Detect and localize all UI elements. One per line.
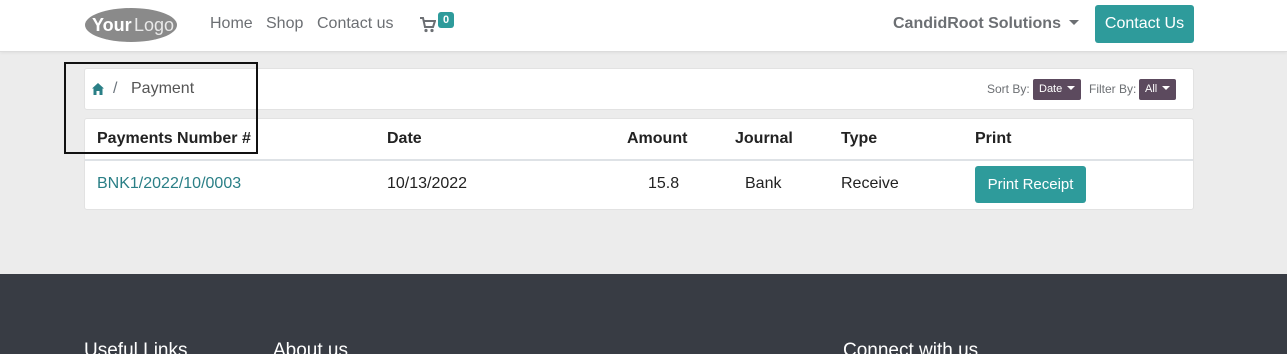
breadcrumb-current: Payment — [131, 80, 195, 97]
svg-text:Your: Your — [92, 15, 132, 35]
nav-shop[interactable]: Shop — [266, 15, 303, 33]
shopping-cart-icon — [420, 17, 436, 33]
payment-amount: 15.8 — [648, 175, 680, 192]
payment-type: Receive — [841, 175, 899, 192]
filter-by-value: All — [1145, 83, 1158, 95]
cart-count-badge: 0 — [438, 12, 454, 28]
payment-number-link[interactable]: BNK1/2022/10/0003 — [97, 175, 241, 193]
cart-button[interactable]: 0 — [420, 10, 460, 36]
print-receipt-button[interactable]: Print Receipt — [975, 166, 1086, 203]
sort-by-value: Date — [1039, 83, 1063, 95]
column-header-journal: Journal — [735, 130, 793, 147]
payment-journal: Bank — [745, 175, 782, 192]
nav-home[interactable]: Home — [210, 15, 253, 33]
column-header-date: Date — [387, 130, 422, 147]
breadcrumb-separator: / — [113, 80, 118, 97]
sort-by-dropdown[interactable]: Date — [1033, 79, 1082, 100]
column-header-type: Type — [841, 130, 878, 147]
top-navbar: Your Logo Home Shop Contact us 0 CandidR… — [0, 0, 1287, 52]
table-header: Payments Number # Date Amount Journal Ty… — [85, 119, 1193, 161]
filter-by-dropdown[interactable]: All — [1139, 79, 1177, 100]
company-dropdown[interactable]: CandidRoot Solutions — [893, 15, 1079, 33]
footer-heading-connect: Connect with us — [843, 340, 979, 354]
sort-by-label: Sort By: — [987, 82, 1030, 96]
chevron-down-icon — [1162, 86, 1171, 90]
column-header-number: Payments Number # — [97, 130, 251, 147]
footer: Useful Links About us Connect with us — [0, 274, 1287, 354]
company-logo[interactable]: Your Logo — [84, 5, 179, 45]
payment-date: 10/13/2022 — [387, 175, 468, 192]
svg-text:Logo: Logo — [134, 15, 174, 35]
chevron-down-icon — [1067, 86, 1076, 90]
footer-heading-about-us: About us — [273, 340, 348, 354]
payments-table: Payments Number # Date Amount Journal Ty… — [84, 118, 1194, 210]
home-icon[interactable] — [91, 82, 105, 96]
filter-by-label: Filter By: — [1089, 82, 1137, 96]
footer-heading-useful-links: Useful Links — [84, 340, 188, 354]
nav-contact-us[interactable]: Contact us — [317, 15, 393, 33]
breadcrumb: / Payment Sort By: Date Filter By: All — [84, 68, 1194, 110]
chevron-down-icon — [1068, 20, 1079, 25]
column-header-amount: Amount — [627, 130, 688, 147]
column-header-print: Print — [975, 130, 1012, 147]
company-name: CandidRoot Solutions — [893, 15, 1061, 32]
contact-us-button[interactable]: Contact Us — [1095, 5, 1194, 43]
